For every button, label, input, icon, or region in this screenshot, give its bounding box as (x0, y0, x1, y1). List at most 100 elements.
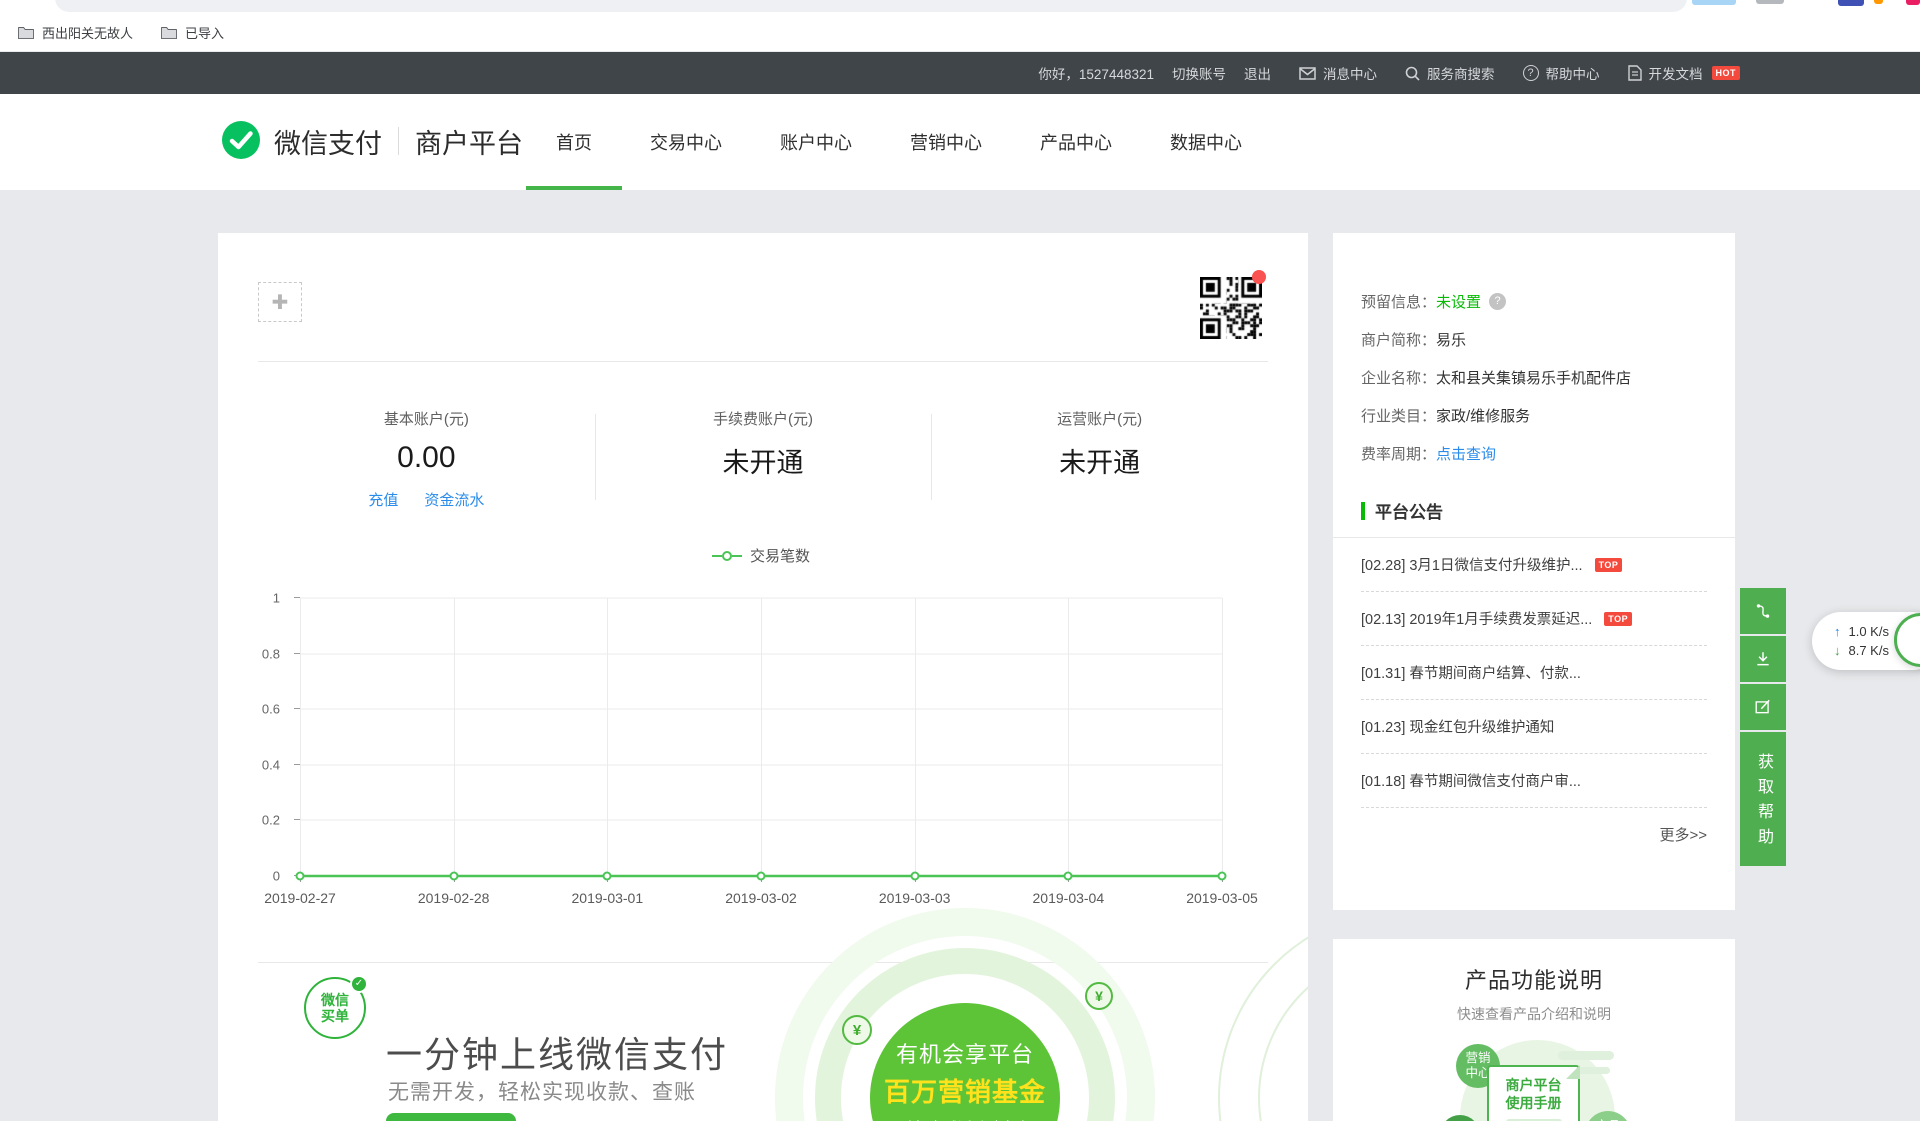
main-nav: 首页交易中心账户中心营销中心产品中心数据中心 (556, 94, 1242, 190)
switch-account-link[interactable]: 切换账号 (1172, 63, 1226, 83)
search-icon (1405, 66, 1420, 81)
extension-icon[interactable] (1906, 0, 1920, 5)
merchant-info-row: 行业类目：家政/维修服务 (1361, 396, 1707, 434)
announcements-list: [02.28] 3月1日微信支付升级维护...TOP[02.13] 2019年1… (1361, 538, 1707, 808)
data-point (757, 872, 766, 881)
message-center-link[interactable]: 消息中心 (1299, 63, 1377, 83)
banner-subtitle: 无需开发，轻松实现收款、查账 (388, 1076, 696, 1106)
download-icon (1750, 646, 1776, 672)
wechat-pay-logo-icon (220, 120, 262, 162)
notification-dot (1252, 270, 1266, 284)
chart-plot (300, 598, 1222, 876)
illustration-pill (1558, 1051, 1614, 1060)
upload-arrow-icon: ↑ (1834, 624, 1841, 639)
qr-code-widget[interactable] (1200, 277, 1262, 339)
folder-icon (18, 26, 34, 39)
data-point (603, 872, 612, 881)
merchant-info-row: 企业名称：太和县关集镇易乐手机配件店 (1361, 358, 1707, 396)
chart-legend[interactable]: 交易笔数 (300, 545, 1222, 566)
bookmark-folder[interactable]: 西出阳关无故人 (18, 23, 133, 42)
add-shortcut-button[interactable]: ✚ (258, 282, 302, 322)
topbar: 你好，1527448321 切换账号 退出 消息中心 服务商搜索 ? 帮助中心 … (0, 52, 1920, 94)
question-icon: ? (1523, 65, 1539, 81)
announcements-title: 平台公告 (1375, 498, 1443, 523)
manual-doc-icon: 商户平台 使用手册 (1487, 1065, 1580, 1121)
folder-icon (161, 26, 177, 39)
logo-divider (398, 127, 399, 155)
dev-docs-link[interactable]: 开发文档 HOT (1628, 63, 1741, 83)
data-point (449, 872, 458, 881)
browser-chrome (0, 0, 1920, 14)
floating-toolbar: 获取帮助 (1740, 588, 1786, 866)
screen: 西出阳关无故人 已导入 你好，1527448321 切换账号 退出 消息中心 服务… (0, 0, 1920, 1121)
nav-item-4[interactable]: 产品中心 (1040, 94, 1112, 190)
qr-code (1200, 277, 1262, 339)
announcement-item[interactable]: [01.31] 春节期间商户结算、付款... (1361, 646, 1707, 700)
link-icon (1750, 598, 1776, 624)
chart-xlabels: 2019-02-272019-02-282019-03-012019-03-02… (300, 890, 1222, 910)
logout-link[interactable]: 退出 (1244, 63, 1271, 83)
extension-icon[interactable] (1692, 0, 1736, 5)
product-panel[interactable]: 产品功能说明 快速查看产品介绍和说明 营销中心 商户平台 使用手册 产品中心 (1333, 939, 1735, 1121)
announcement-item[interactable]: [02.28] 3月1日微信支付升级维护...TOP (1361, 538, 1707, 592)
wechat-maidan-badge: 微信 买单 ✓ (304, 977, 366, 1039)
mail-icon (1299, 67, 1316, 80)
more-link[interactable]: 更多>> (1361, 824, 1707, 845)
data-point (296, 872, 305, 881)
logo[interactable]: 微信支付 商户平台 (220, 120, 523, 162)
nav-item-1[interactable]: 交易中心 (650, 94, 722, 190)
extension-icon[interactable] (1874, 0, 1883, 4)
extension-icon[interactable] (1756, 0, 1784, 4)
greeting-text: 你好，1527448321 (1038, 63, 1154, 83)
feedback-tool-button[interactable] (1740, 684, 1786, 730)
announcement-item[interactable]: [01.18] 春节期间微信支付商户审... (1361, 754, 1707, 808)
divider (258, 962, 1268, 963)
site-header: 微信支付 商户平台 首页交易中心账户中心营销中心产品中心数据中心 (0, 94, 1920, 190)
download-tool-button[interactable] (1740, 636, 1786, 682)
merchant-info-row: 费率周期：点击查询 (1361, 434, 1707, 472)
merchant-info-card: 预留信息：未设置?商户简称：易乐企业名称：太和县关集镇易乐手机配件店行业类目：家… (1333, 233, 1735, 910)
nav-item-5[interactable]: 数据中心 (1170, 94, 1242, 190)
link-tool-button[interactable] (1740, 588, 1786, 634)
hot-badge: HOT (1712, 66, 1741, 80)
document-icon (1628, 65, 1642, 81)
data-point (1218, 872, 1227, 881)
bookmark-folder[interactable]: 已导入 (161, 23, 224, 42)
accounts-row: 基本账户(元)0.00充值资金流水手续费账户(元)未开通运营账户(元)未开通 (258, 408, 1268, 510)
provider-search-link[interactable]: 服务商搜索 (1405, 63, 1495, 83)
merchant-info-rows: 预留信息：未设置?商户简称：易乐企业名称：太和县关集镇易乐手机配件店行业类目：家… (1361, 282, 1707, 472)
nav-item-2[interactable]: 账户中心 (780, 94, 852, 190)
banner-action-button[interactable] (386, 1113, 516, 1121)
upload-speed: 1.0 K/s (1849, 624, 1889, 639)
top-badge: TOP (1604, 612, 1632, 626)
announcement-item[interactable]: [02.13] 2019年1月手续费发票延迟...TOP (1361, 592, 1707, 646)
bookmarks-bar: 西出阳关无故人 已导入 (0, 14, 1920, 52)
plus-icon: ✚ (272, 290, 289, 315)
banner-title: 一分钟上线微信支付 (386, 1026, 728, 1078)
nav-item-3[interactable]: 营销中心 (910, 94, 982, 190)
help-question-icon[interactable]: ? (1489, 293, 1506, 310)
coin-icon: ¥ (842, 1015, 872, 1045)
product-illustration: 营销中心 商户平台 使用手册 产品中心 (1333, 939, 1735, 1121)
data-point (910, 872, 919, 881)
data-point (1064, 872, 1073, 881)
account-col-1: 手续费账户(元)未开通 (595, 408, 932, 510)
account-link[interactable]: 资金流水 (424, 489, 484, 510)
address-bar[interactable] (55, 0, 1687, 12)
announcement-item[interactable]: [01.23] 现金红包升级维护通知 (1361, 700, 1707, 754)
chart-ylabels: 00.20.40.60.81 (246, 598, 292, 876)
legend-marker-icon (712, 551, 742, 561)
promo-text: 有机会享平台 百万营销基金 随机立减活动助力商 家业务发展 (840, 1003, 1090, 1121)
top-badge: TOP (1595, 558, 1623, 572)
account-col-0: 基本账户(元)0.00充值资金流水 (258, 408, 595, 510)
extension-icon[interactable] (1838, 0, 1864, 6)
announcements-header: 平台公告 (1333, 498, 1735, 538)
nav-item-0[interactable]: 首页 (556, 94, 592, 190)
merchant-info-row: 商户简称：易乐 (1361, 320, 1707, 358)
get-help-button[interactable]: 获取帮助 (1740, 732, 1786, 866)
account-link[interactable]: 充值 (368, 489, 398, 510)
brand-name: 微信支付 (274, 122, 382, 161)
divider (258, 361, 1268, 362)
coin-icon: ¥ (1085, 982, 1113, 1010)
help-center-link[interactable]: ? 帮助中心 (1523, 63, 1600, 83)
